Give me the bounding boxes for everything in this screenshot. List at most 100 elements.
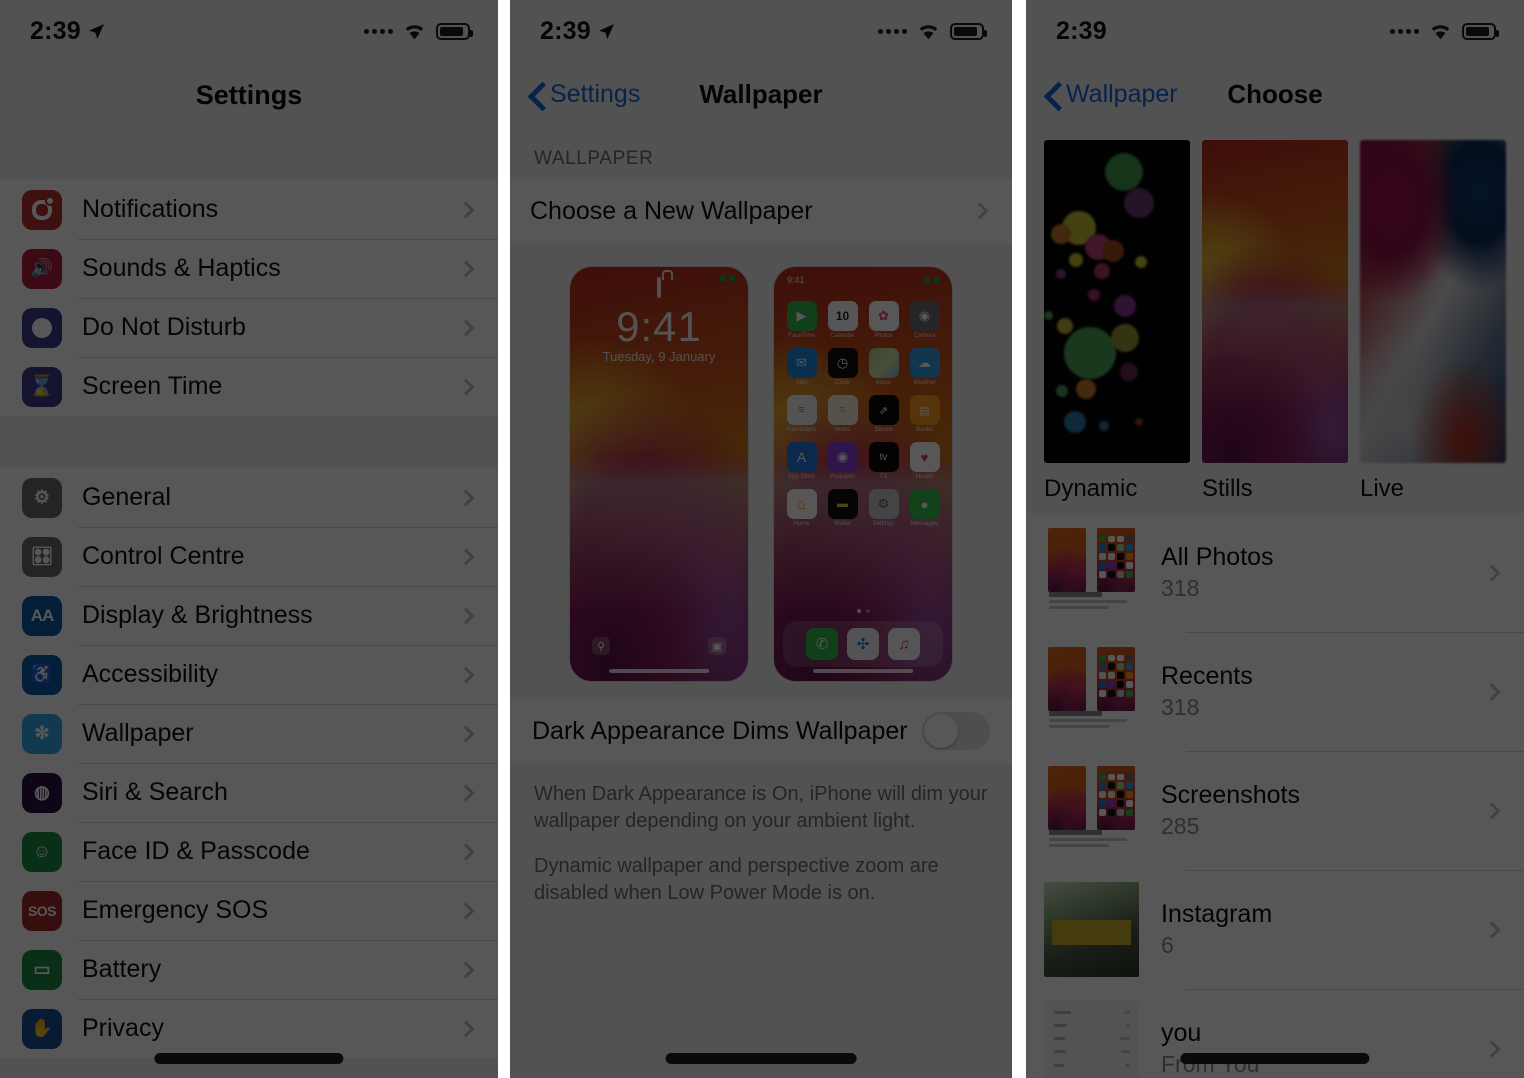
safari-icon[interactable]: ✣ bbox=[847, 628, 879, 660]
app-label: Maps bbox=[876, 380, 891, 386]
stills-wave-thumb bbox=[1202, 140, 1348, 463]
app-tv[interactable]: tv TV bbox=[866, 442, 901, 480]
music-icon[interactable]: ♫ bbox=[888, 628, 920, 660]
app-maps[interactable]: Maps bbox=[866, 348, 901, 386]
album-row-all-photos[interactable]: All Photos 318 bbox=[1026, 513, 1524, 632]
preview-time: 9:41 bbox=[787, 275, 805, 285]
app-mail[interactable]: ✉ Mail bbox=[784, 348, 819, 386]
app-podcasts[interactable]: ◉ Podcasts bbox=[825, 442, 860, 480]
app-calendar[interactable]: 10 Calendar bbox=[825, 301, 860, 339]
status-time: 2:39 bbox=[540, 16, 591, 45]
home-indicator[interactable] bbox=[1180, 1053, 1370, 1064]
phone-icon[interactable]: ✆ bbox=[806, 628, 838, 660]
app-label: FaceTime bbox=[788, 333, 815, 339]
app-reminders[interactable]: ≡ Reminders bbox=[784, 395, 819, 433]
lock-screen-info: 9:41 Tuesday, 9 January bbox=[570, 277, 748, 364]
settings-row-face-id-passcode[interactable]: ☺ Face ID & Passcode bbox=[0, 822, 498, 881]
settings-row-general[interactable]: ⚙ General bbox=[0, 468, 498, 527]
app-label: Photos bbox=[874, 333, 893, 339]
screenshot-thumb bbox=[1044, 644, 1139, 739]
wifi-icon bbox=[405, 24, 424, 39]
dark-appearance-toggle-row[interactable]: Dark Appearance Dims Wallpaper bbox=[510, 699, 1012, 763]
row-label: Battery bbox=[82, 955, 162, 983]
lock-date: Tuesday, 9 January bbox=[602, 349, 716, 364]
calendar-icon: 10 bbox=[827, 301, 858, 331]
app-app-store[interactable]: A App Store bbox=[784, 442, 819, 480]
settings-row-notifications[interactable]: Notifications bbox=[0, 180, 498, 239]
app-label: Calendar bbox=[830, 333, 855, 339]
panel-wallpaper: 2:39 Settings Wallpaper WALLPAPER Choose… bbox=[510, 0, 1012, 1078]
app-photos[interactable]: ✿ Photos bbox=[866, 301, 901, 339]
home-icon: ⌂ bbox=[786, 489, 817, 519]
settings-row-emergency-sos[interactable]: SOS Emergency SOS bbox=[0, 881, 498, 940]
chevron-right-icon bbox=[971, 202, 989, 220]
app-home[interactable]: ⌂ Home bbox=[784, 489, 819, 527]
row-label: Choose a New Wallpaper bbox=[530, 196, 813, 225]
album-text: Instagram 6 bbox=[1161, 900, 1464, 959]
app-wallet[interactable]: ▬ Wallet bbox=[825, 489, 860, 527]
app-settings[interactable]: ⚙ Settings bbox=[866, 489, 901, 527]
settings-row-sounds-haptics[interactable]: 🔊 Sounds & Haptics bbox=[0, 239, 498, 298]
category-stills[interactable]: Stills bbox=[1202, 140, 1348, 503]
album-row-recents[interactable]: Recents 318 bbox=[1026, 632, 1524, 751]
lock-screen-preview[interactable]: 9:41 Tuesday, 9 January ⚲ ▣ bbox=[570, 267, 748, 681]
siri-search-icon: ◍ bbox=[22, 772, 62, 813]
category-live[interactable]: Live bbox=[1360, 140, 1506, 503]
settings-row-control-centre[interactable]: 🎛 Control Centre bbox=[0, 527, 498, 586]
settings-row-do-not-disturb[interactable]: Do Not Disturb bbox=[0, 298, 498, 357]
home-indicator[interactable] bbox=[154, 1053, 344, 1064]
album-text: Recents 318 bbox=[1161, 662, 1464, 721]
wallpaper-preview-area[interactable]: 9:41 Tuesday, 9 January ⚲ ▣ 9:41 ▶ FaceT… bbox=[510, 243, 1012, 699]
instagram-photo-thumb bbox=[1044, 882, 1139, 977]
app-health[interactable]: ♥ Health bbox=[907, 442, 942, 480]
app-notes[interactable]: ≡ Notes bbox=[825, 395, 860, 433]
dark-appearance-switch[interactable] bbox=[922, 712, 990, 750]
album-row-screenshots[interactable]: Screenshots 285 bbox=[1026, 751, 1524, 870]
home-indicator[interactable] bbox=[665, 1053, 857, 1064]
back-label: Settings bbox=[550, 79, 641, 108]
app-weather[interactable]: ☁ Weather bbox=[907, 348, 942, 386]
settings-row-wallpaper[interactable]: ✻ Wallpaper bbox=[0, 704, 498, 763]
choose-new-wallpaper-row[interactable]: Choose a New Wallpaper bbox=[510, 179, 1012, 243]
back-button-settings[interactable]: Settings bbox=[532, 80, 640, 109]
health-icon: ♥ bbox=[909, 442, 940, 472]
battery-icon bbox=[436, 22, 473, 40]
album-row-instagram[interactable]: Instagram 6 bbox=[1026, 870, 1524, 989]
app-label: Health bbox=[915, 474, 934, 480]
category-dynamic[interactable]: Dynamic bbox=[1044, 140, 1190, 503]
chevron-left-icon bbox=[1048, 83, 1061, 106]
battery-settings-icon: ▭ bbox=[22, 949, 62, 990]
app-clock[interactable]: ◷ Clock bbox=[825, 348, 860, 386]
back-button-wallpaper[interactable]: Wallpaper bbox=[1048, 80, 1178, 109]
location-arrow-icon bbox=[598, 23, 614, 39]
settings-row-siri-search[interactable]: ◍ Siri & Search bbox=[0, 763, 498, 822]
app-messages[interactable]: ● Messages bbox=[907, 489, 942, 527]
app-facetime[interactable]: ▶ FaceTime bbox=[784, 301, 819, 339]
settings-row-accessibility[interactable]: ♿ Accessibility bbox=[0, 645, 498, 704]
settings-group-2: ⚙ General 🎛 Control Centre AA Display & … bbox=[0, 468, 498, 1058]
preview-home-indicator bbox=[609, 669, 709, 673]
settings-row-display-brightness[interactable]: AA Display & Brightness bbox=[0, 586, 498, 645]
album-row-you[interactable]: you From You bbox=[1026, 989, 1524, 1078]
row-label: Notifications bbox=[82, 195, 219, 223]
settings-row-battery[interactable]: ▭ Battery bbox=[0, 940, 498, 999]
podcasts-icon: ◉ bbox=[827, 442, 858, 472]
app-books[interactable]: ▤ Books bbox=[907, 395, 942, 433]
chevron-right-icon bbox=[457, 607, 475, 624]
settings-row-privacy[interactable]: ✋ Privacy bbox=[0, 999, 498, 1058]
notes-icon: ≡ bbox=[827, 395, 858, 425]
app-label: Home bbox=[793, 521, 810, 527]
accessibility-icon: ♿ bbox=[22, 654, 62, 695]
settings-row-screen-time[interactable]: ⌛ Screen Time bbox=[0, 357, 498, 416]
home-screen-preview[interactable]: 9:41 ▶ FaceTime 10 Calendar ✿ Photos ◉ Camer… bbox=[774, 267, 952, 681]
chevron-right-icon bbox=[457, 961, 475, 978]
status-bar: 2:39 bbox=[0, 0, 498, 62]
chevron-right-icon bbox=[457, 784, 475, 801]
app-label: Reminders bbox=[786, 427, 816, 433]
app-stocks[interactable]: ⇗ Stocks bbox=[866, 395, 901, 433]
app-camera[interactable]: ◉ Camera bbox=[907, 301, 942, 339]
app-store-icon: A bbox=[786, 442, 817, 472]
row-inner[interactable]: Choose a New Wallpaper bbox=[510, 179, 1012, 243]
row-label: Siri & Search bbox=[82, 778, 228, 806]
status-time: 2:39 bbox=[30, 16, 81, 45]
